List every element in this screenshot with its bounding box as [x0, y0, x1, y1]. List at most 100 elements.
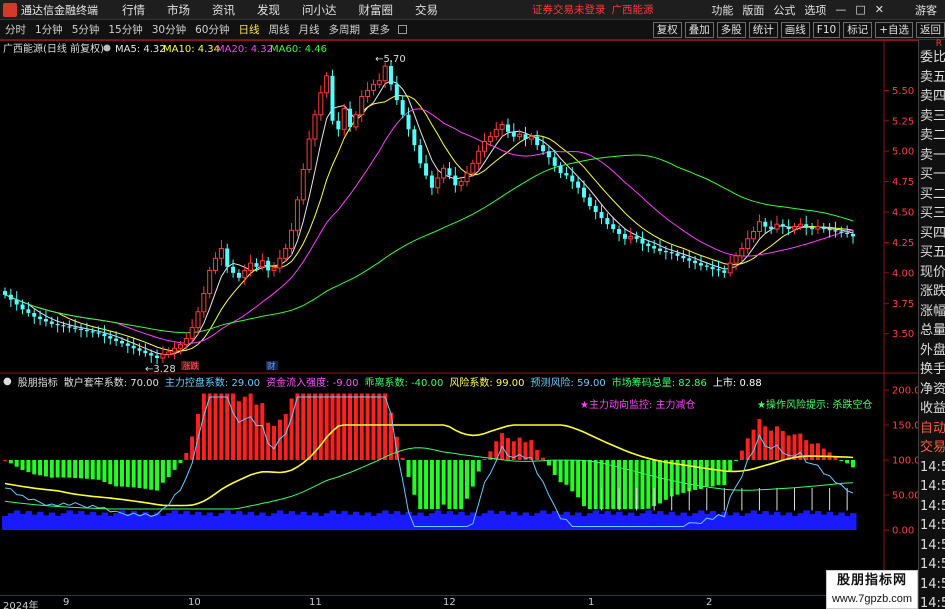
sidebar-tab-0[interactable]: 委比	[919, 48, 945, 68]
sidebar-tab-18[interactable]: 收益	[919, 399, 945, 419]
sidebar-tab-3[interactable]: 卖三	[919, 107, 945, 127]
candle-body-113[interactable]	[663, 250, 668, 253]
candle-body-100[interactable]	[587, 197, 592, 206]
candle-body-83[interactable]	[487, 136, 493, 142]
sidebar-tab-23[interactable]: 14:56	[919, 497, 945, 517]
candle-body-132[interactable]	[774, 223, 780, 230]
candle-body-127[interactable]	[745, 238, 751, 250]
candle-body-56[interactable]	[330, 75, 335, 121]
candle-body-105[interactable]	[617, 229, 622, 234]
period-tab-3[interactable]: 15分钟	[108, 22, 142, 37]
sidebar-tab-14[interactable]: 总量	[919, 321, 945, 341]
candle-body-130[interactable]	[763, 221, 768, 227]
candle-body-136[interactable]	[797, 223, 803, 228]
candle-body-34[interactable]	[201, 293, 207, 313]
candle-body-85[interactable]	[499, 123, 505, 130]
candle-body-12[interactable]	[73, 327, 78, 329]
candle-body-39[interactable]	[231, 266, 236, 273]
candle-body-81[interactable]	[476, 150, 482, 164]
candle-body-82[interactable]	[482, 140, 488, 152]
candle-body-77[interactable]	[453, 175, 458, 186]
candle-body-67[interactable]	[394, 84, 399, 101]
candle-body-64[interactable]	[376, 80, 382, 85]
candle-body-129[interactable]	[756, 221, 762, 233]
candle-body-59[interactable]	[348, 108, 353, 127]
sidebar-tab-21[interactable]: 14:56	[919, 458, 945, 478]
sidebar-tab-24[interactable]: 14:56	[919, 516, 945, 536]
candle-body-80[interactable]	[470, 162, 476, 174]
candle-body-135[interactable]	[792, 226, 798, 230]
candle-body-20[interactable]	[119, 340, 124, 344]
sidebar-tab-17[interactable]: 净资	[919, 380, 945, 400]
minimize-icon[interactable]: —	[835, 3, 846, 16]
candle-body-25[interactable]	[149, 353, 154, 356]
candle-body-78[interactable]	[458, 181, 464, 186]
sidebar-tab-25[interactable]: 14:56	[919, 536, 945, 556]
candle-body-60[interactable]	[353, 114, 359, 128]
menu-options[interactable]: 选项	[804, 2, 826, 18]
toolbar-button-4[interactable]: 画线	[780, 21, 810, 38]
candle-body-57[interactable]	[336, 120, 341, 130]
candle-body-137[interactable]	[804, 224, 809, 228]
candle-body-92[interactable]	[541, 145, 546, 152]
trade-login-status[interactable]: 证券交易未登录	[532, 2, 606, 17]
period-tab-8[interactable]: 月线	[299, 22, 320, 37]
sidebar-tab-6[interactable]: 买一	[919, 165, 945, 185]
candle-body-1[interactable]	[8, 294, 13, 300]
toolbar-button-5[interactable]: F10	[812, 21, 841, 38]
candle-body-138[interactable]	[810, 227, 815, 230]
candle-body-102[interactable]	[599, 212, 604, 219]
candle-body-91[interactable]	[535, 136, 540, 146]
candle-body-145[interactable]	[851, 233, 855, 237]
sidebar-tab-15[interactable]: 外盘	[919, 341, 945, 361]
period-tab-1[interactable]: 1分钟	[35, 22, 63, 37]
candle-body-73[interactable]	[429, 175, 434, 188]
candle-body-63[interactable]	[370, 83, 376, 91]
candle-body-46[interactable]	[271, 267, 277, 271]
candle-body-108[interactable]	[634, 236, 639, 239]
candle-body-30[interactable]	[177, 344, 183, 349]
candle-body-33[interactable]	[195, 311, 201, 329]
candle-body-101[interactable]	[593, 205, 598, 213]
candle-body-94[interactable]	[552, 157, 557, 166]
candle-body-86[interactable]	[505, 124, 510, 132]
candle-body-118[interactable]	[693, 260, 698, 264]
sidebar-tab-28[interactable]: 14:56	[919, 594, 945, 609]
candle-body-43[interactable]	[254, 263, 259, 267]
period-tab-0[interactable]: 分时	[5, 22, 26, 37]
candle-body-8[interactable]	[49, 321, 54, 324]
candle-body-48[interactable]	[283, 248, 289, 259]
candle-body-95[interactable]	[558, 165, 563, 174]
candle-body-40[interactable]	[236, 272, 241, 278]
candle-body-17[interactable]	[102, 333, 107, 337]
candle-body-134[interactable]	[786, 226, 791, 230]
candle-body-19[interactable]	[114, 338, 119, 341]
period-tab-10[interactable]: 更多	[369, 22, 390, 37]
period-tab-5[interactable]: 60分钟	[195, 22, 229, 37]
menu-wealth-circle[interactable]: 财富圈	[359, 2, 394, 18]
candle-body-47[interactable]	[277, 257, 283, 269]
more-checkbox-icon[interactable]	[398, 25, 407, 34]
candle-body-107[interactable]	[628, 235, 634, 240]
candle-body-53[interactable]	[312, 114, 318, 140]
candle-body-84[interactable]	[493, 128, 499, 138]
candle-body-103[interactable]	[605, 218, 610, 225]
maximize-icon[interactable]: □	[855, 3, 865, 16]
menu-market[interactable]: 市场	[167, 2, 190, 18]
candle-body-88[interactable]	[517, 133, 523, 138]
candle-body-131[interactable]	[769, 226, 774, 230]
sidebar-tab-16[interactable]: 换手	[919, 360, 945, 380]
menu-discover[interactable]: 发现	[257, 2, 280, 18]
sidebar-tab-5[interactable]: 卖一	[919, 146, 945, 166]
toolbar-button-8[interactable]: 返回	[916, 21, 945, 38]
indicator-settings-icon[interactable]: ●	[3, 376, 12, 387]
candle-body-50[interactable]	[294, 199, 300, 231]
candle-body-69[interactable]	[406, 114, 411, 130]
candle-body-55[interactable]	[324, 75, 330, 94]
sidebar-tab-27[interactable]: 14:56	[919, 575, 945, 595]
sidebar-tab-26[interactable]: 14:56	[919, 555, 945, 575]
sidebar-tab-9[interactable]: 买四	[919, 224, 945, 244]
candle-body-98[interactable]	[576, 181, 581, 188]
candle-body-72[interactable]	[424, 163, 429, 176]
candle-body-143[interactable]	[839, 231, 844, 233]
